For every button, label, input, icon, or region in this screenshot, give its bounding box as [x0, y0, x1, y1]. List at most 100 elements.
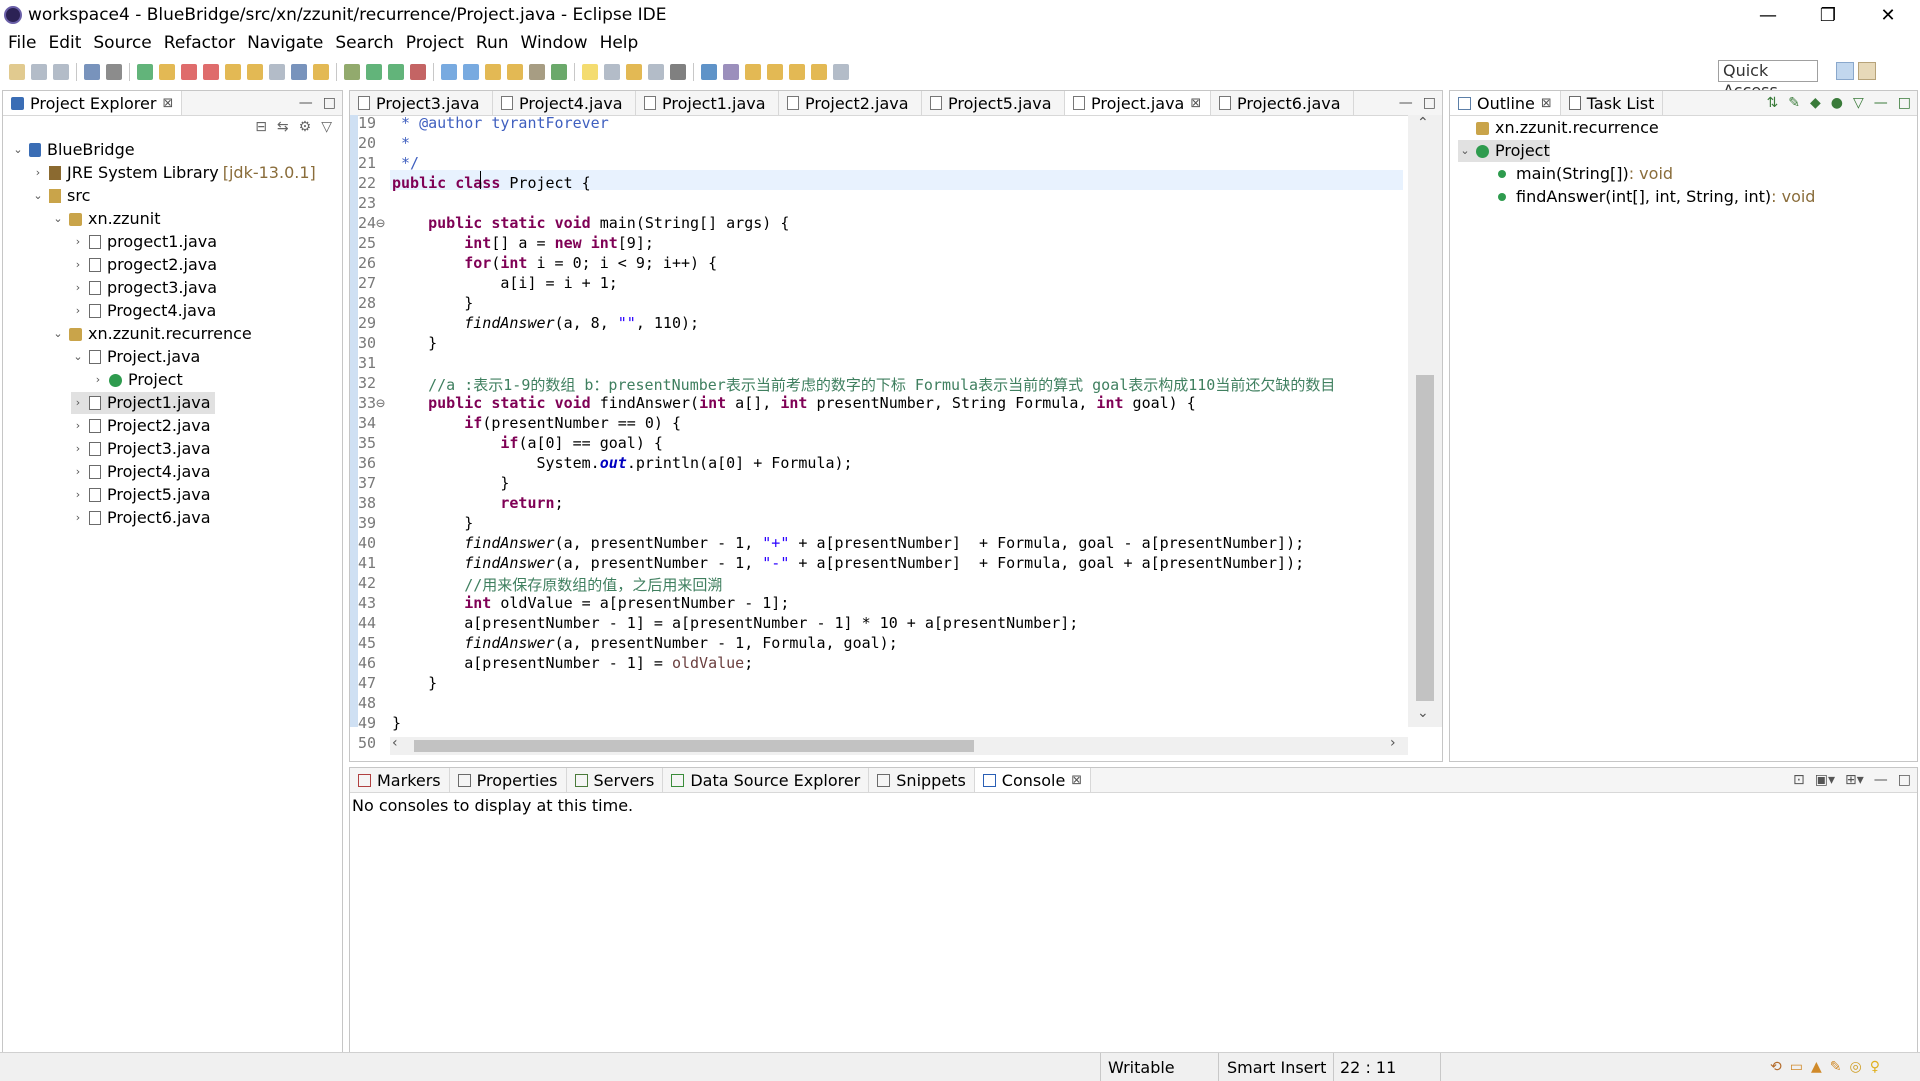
scroll-left-icon[interactable]: ‹ [392, 735, 398, 751]
twisty-icon[interactable]: › [31, 162, 45, 184]
task-icon[interactable] [811, 64, 827, 80]
tab-markers[interactable]: Markers [350, 768, 450, 792]
last-edit-icon[interactable] [701, 64, 717, 80]
vertical-scrollbar[interactable]: ⌃ ⌄ [1408, 115, 1442, 727]
close-icon[interactable]: ⊠ [162, 96, 173, 111]
menu-navigate[interactable]: Navigate [247, 33, 323, 53]
step-over-icon[interactable] [247, 64, 263, 80]
misc-icon[interactable] [833, 64, 849, 80]
tree-item[interactable]: › progect2.java [71, 254, 221, 276]
pin-editor-icon[interactable] [767, 64, 783, 80]
twisty-icon[interactable]: › [71, 277, 85, 299]
maximize-view-icon[interactable]: □ [323, 95, 336, 111]
twisty-icon[interactable]: ⌄ [71, 346, 85, 368]
editor-tab[interactable]: Project4.java [493, 91, 636, 115]
search-icon[interactable] [551, 64, 567, 80]
twisty-icon[interactable]: › [71, 484, 85, 506]
tree-item[interactable]: › progect3.java [71, 277, 221, 299]
tree-item[interactable]: › progect1.java [71, 231, 221, 253]
maximize-view-icon[interactable]: □ [1898, 95, 1911, 111]
twisty-icon[interactable]: › [71, 415, 85, 437]
terminate-icon[interactable] [181, 64, 197, 80]
twisty-icon[interactable]: › [71, 461, 85, 483]
filter-icon[interactable]: ⚙ [299, 119, 312, 135]
tab-snippets[interactable]: Snippets [869, 768, 975, 792]
menu-project[interactable]: Project [406, 33, 464, 53]
menu-window[interactable]: Window [521, 33, 588, 53]
tab-properties[interactable]: Properties [450, 768, 567, 792]
tree-item[interactable]: › Project [91, 369, 187, 391]
forward-icon[interactable] [745, 64, 761, 80]
terminal-icon[interactable] [84, 64, 100, 80]
tree-item[interactable]: › Project4.java [71, 461, 215, 483]
tree-item[interactable]: › Progect4.java [71, 300, 220, 322]
new-java-project-icon[interactable] [441, 64, 457, 80]
editor-tab[interactable]: Project6.java [1211, 91, 1354, 115]
outline-item[interactable]: ⌄ Project [1458, 140, 1550, 162]
next-annotation-icon[interactable] [670, 64, 686, 80]
minimize-view-icon[interactable]: — [299, 95, 313, 111]
show-whitespace-icon[interactable] [626, 64, 642, 80]
tree-item[interactable]: ⌄ xn.zzunit [51, 208, 165, 230]
editor-tab[interactable]: Project1.java [636, 91, 779, 115]
tip-icon[interactable]: ♀ [1870, 1059, 1880, 1075]
quick-access-input[interactable]: Quick Access [1718, 60, 1818, 100]
prev-annotation-icon[interactable] [648, 64, 664, 80]
new-icon[interactable] [9, 64, 25, 80]
close-icon[interactable]: ⊠ [1541, 96, 1552, 111]
twisty-icon[interactable]: ⌄ [11, 139, 25, 161]
save-all-icon[interactable] [53, 64, 69, 80]
menu-search[interactable]: Search [335, 33, 393, 53]
twisty-icon[interactable]: ⌄ [51, 208, 65, 230]
twisty-icon[interactable]: › [71, 392, 85, 414]
outline-item[interactable]: xn.zzunit.recurrence [1458, 117, 1659, 139]
run-icon[interactable] [366, 64, 382, 80]
tree-item[interactable]: ⌄ src [31, 185, 94, 207]
toggle-mark-occurrences-icon[interactable] [582, 64, 598, 80]
open-console-icon[interactable]: ⊞▾ [1845, 772, 1864, 788]
bookmark-icon[interactable]: ▭ [1790, 1059, 1803, 1075]
debug-icon[interactable] [344, 64, 360, 80]
browser-icon[interactable] [789, 64, 805, 80]
twisty-icon[interactable]: › [71, 438, 85, 460]
menu-file[interactable]: File [8, 33, 36, 53]
editor-tab[interactable]: Project5.java [922, 91, 1065, 115]
menu-source[interactable]: Source [93, 33, 151, 53]
save-icon[interactable] [31, 64, 47, 80]
twisty-icon[interactable]: › [71, 231, 85, 253]
outline-item[interactable]: main(String[]) : void [1498, 163, 1673, 185]
scroll-right-icon[interactable]: › [1390, 735, 1396, 751]
horizontal-scroll-thumb[interactable] [414, 740, 974, 752]
tab-project-explorer[interactable]: Project Explorer ⊠ [3, 91, 183, 115]
scroll-down-icon[interactable]: ⌄ [1417, 705, 1429, 721]
tree-item[interactable]: › Project6.java [71, 507, 215, 529]
tree-item[interactable]: › JRE System Library [jdk-13.0.1] [31, 162, 316, 184]
twisty-icon[interactable]: ⌄ [51, 323, 65, 345]
twisty-icon[interactable]: › [91, 369, 105, 391]
hat-icon[interactable]: ▲ [1811, 1059, 1822, 1075]
scroll-up-icon[interactable]: ⌃ [1417, 115, 1429, 131]
hide-static-icon[interactable]: ◆ [1810, 95, 1821, 111]
horizontal-scrollbar[interactable]: ‹ › [390, 735, 1408, 755]
close-button[interactable]: ✕ [1860, 0, 1916, 30]
toggle-block-icon[interactable] [604, 64, 620, 80]
display-console-icon[interactable]: ▣▾ [1815, 772, 1835, 788]
editor-tab[interactable]: Project2.java [779, 91, 922, 115]
drop-to-frame-icon[interactable] [291, 64, 307, 80]
outline-item[interactable]: findAnswer(int[], int, String, int) : vo… [1498, 186, 1815, 208]
editor-tab[interactable]: Project.java ⊠ [1065, 91, 1211, 115]
step-into-icon[interactable] [225, 64, 241, 80]
maximize-button[interactable]: ❐ [1800, 0, 1856, 30]
tree-item[interactable]: ⌄ xn.zzunit.recurrence [51, 323, 256, 345]
minimize-editor-icon[interactable]: — [1399, 95, 1413, 111]
view-menu-icon[interactable]: ▽ [1853, 95, 1864, 111]
step-return-icon[interactable] [269, 64, 285, 80]
twisty-icon[interactable]: › [71, 300, 85, 322]
help-icon[interactable]: ◎ [1849, 1059, 1861, 1075]
pen-icon[interactable]: ✎ [1830, 1059, 1842, 1075]
use-step-filters-icon[interactable] [313, 64, 329, 80]
menu-refactor[interactable]: Refactor [164, 33, 235, 53]
minimize-button[interactable]: — [1740, 0, 1796, 30]
back-icon[interactable] [723, 64, 739, 80]
open-task-icon[interactable] [529, 64, 545, 80]
